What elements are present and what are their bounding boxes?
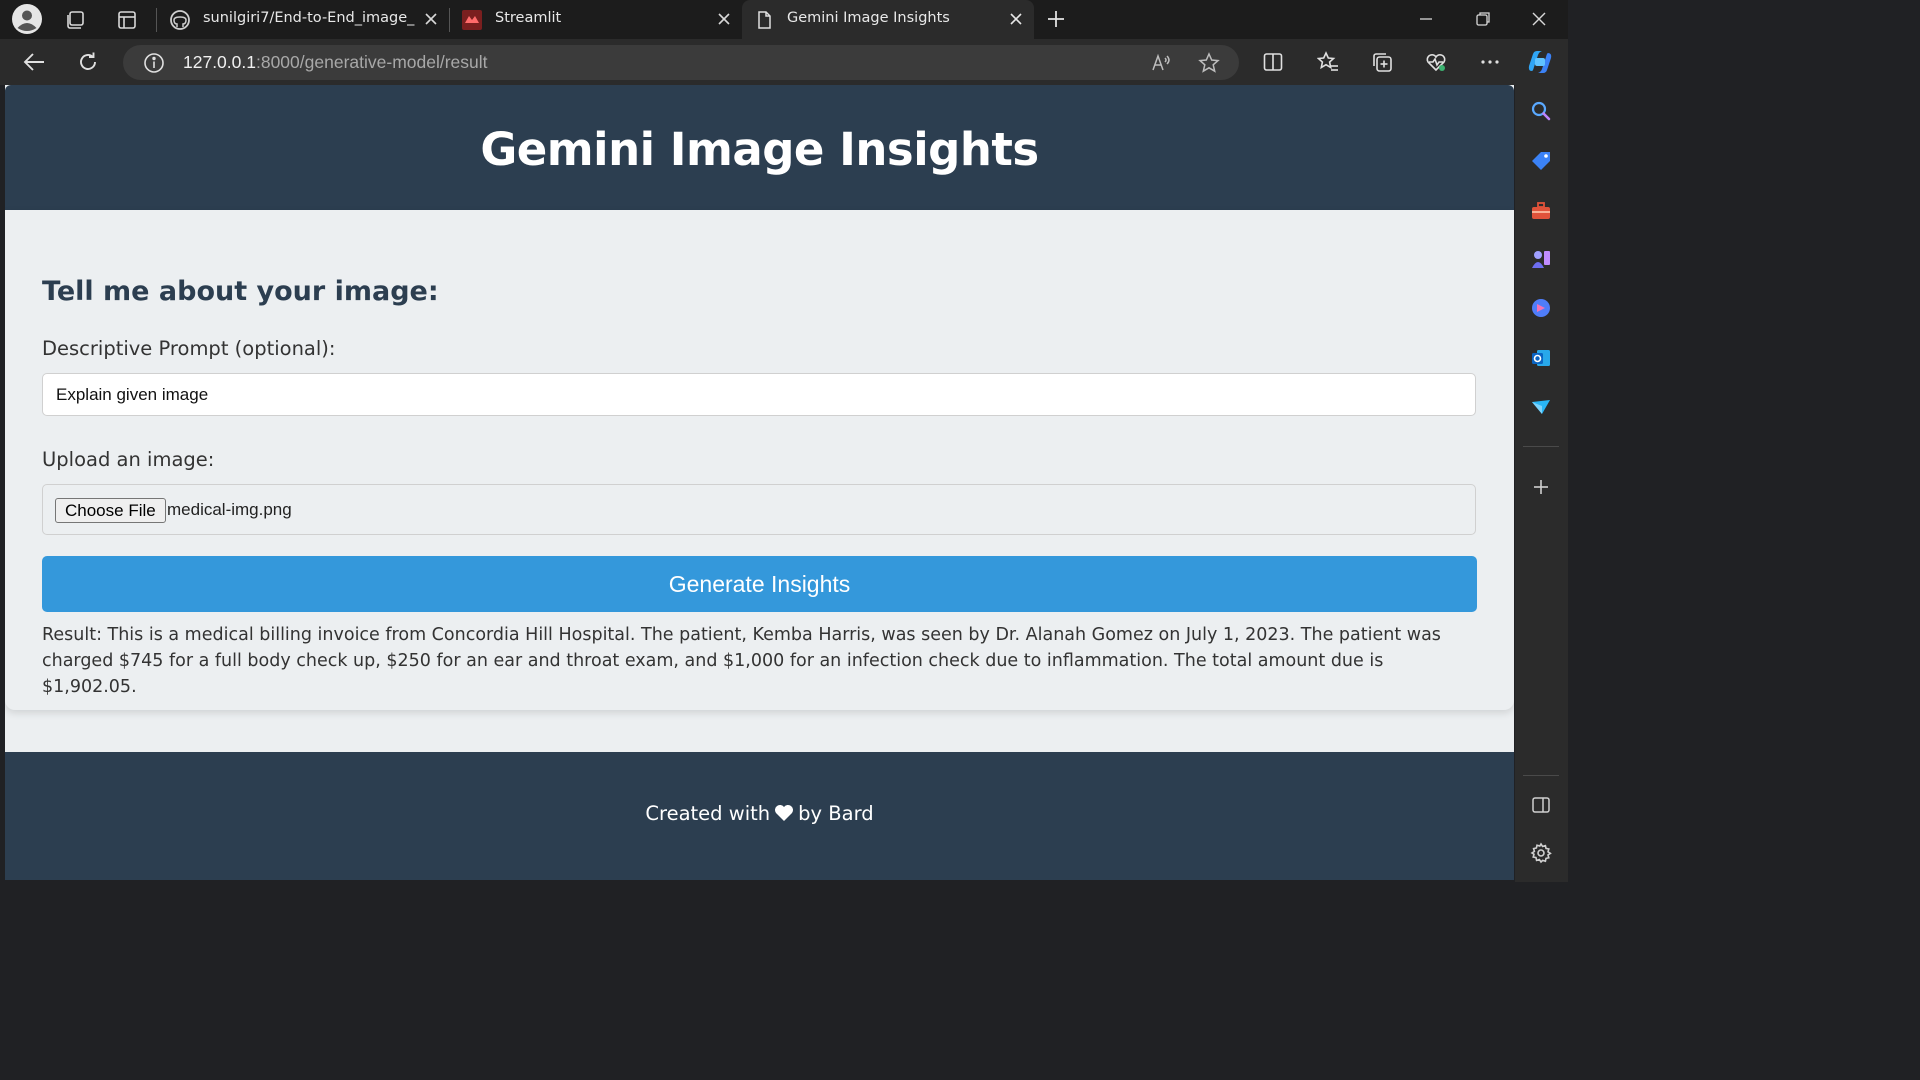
- favorites-icon[interactable]: [1317, 51, 1339, 73]
- tab-github[interactable]: sunilgiri7/End-to-End_image_scr: [158, 0, 448, 39]
- file-upload-field[interactable]: Choose File medical-img.png: [42, 484, 1476, 535]
- split-screen-icon[interactable]: [1262, 51, 1284, 73]
- form-heading: Tell me about your image:: [42, 276, 439, 307]
- collections-icon[interactable]: [1371, 51, 1393, 73]
- games-icon[interactable]: [1530, 248, 1552, 270]
- footer-prefix: Created with: [645, 802, 771, 825]
- browser-essentials-icon[interactable]: [1425, 51, 1447, 73]
- browser-toolbar: 127.0.0.1:8000/generative-model/result: [0, 39, 1568, 85]
- close-tab-icon[interactable]: [716, 11, 732, 27]
- tab-title: Streamlit: [495, 10, 562, 26]
- favorite-star-icon[interactable]: [1198, 52, 1220, 74]
- settings-icon[interactable]: [1530, 842, 1552, 864]
- outlook-icon[interactable]: [1530, 347, 1552, 369]
- page-icon: [754, 10, 774, 30]
- workspaces-icon[interactable]: [64, 9, 86, 31]
- address-bar[interactable]: 127.0.0.1:8000/generative-model/result: [123, 45, 1239, 80]
- restore-icon[interactable]: [1475, 11, 1491, 27]
- prompt-label: Descriptive Prompt (optional):: [42, 337, 336, 360]
- web-page: Gemini Image Insights Tell me about your…: [5, 85, 1514, 880]
- close-window-icon[interactable]: [1531, 11, 1547, 27]
- github-icon: [170, 10, 190, 30]
- send-icon[interactable]: [1530, 396, 1552, 418]
- close-tab-icon[interactable]: [1008, 11, 1024, 27]
- url-text: 127.0.0.1:8000/generative-model/result: [183, 52, 488, 73]
- new-tab-icon[interactable]: [1046, 9, 1066, 29]
- page-title: Gemini Image Insights: [480, 123, 1039, 176]
- generate-insights-button[interactable]: Generate Insights: [42, 556, 1477, 612]
- selected-file-name: medical-img.png: [167, 500, 292, 519]
- read-aloud-icon[interactable]: [1150, 52, 1172, 74]
- copilot-icon[interactable]: [1526, 49, 1554, 75]
- streamlit-icon: [462, 10, 482, 30]
- tab-streamlit[interactable]: Streamlit: [450, 0, 741, 39]
- upload-label: Upload an image:: [42, 448, 215, 471]
- tab-gemini-image-insights[interactable]: Gemini Image Insights: [742, 0, 1034, 39]
- footer-text: Created with by Bard: [5, 802, 1514, 825]
- shopping-tag-icon[interactable]: [1530, 150, 1552, 172]
- insights-form-card: Tell me about your image: Descriptive Pr…: [5, 210, 1514, 710]
- page-header: Gemini Image Insights: [5, 85, 1514, 210]
- toolbox-icon[interactable]: [1530, 200, 1552, 222]
- tab-title: Gemini Image Insights: [787, 10, 950, 26]
- back-icon[interactable]: [22, 51, 46, 73]
- profile-avatar-icon[interactable]: [11, 3, 43, 35]
- heart-icon: [774, 804, 794, 822]
- tab-actions-icon[interactable]: [116, 9, 138, 31]
- choose-file-button[interactable]: Choose File: [55, 498, 166, 523]
- prompt-input[interactable]: [42, 373, 1476, 416]
- page-footer: Created with by Bard: [5, 752, 1514, 880]
- url-path: :8000/generative-model/result: [255, 52, 488, 72]
- minimize-icon[interactable]: [1418, 11, 1434, 27]
- sidebar-toggle-icon[interactable]: [1530, 794, 1552, 816]
- copilot-sidebar-icon[interactable]: [1530, 297, 1552, 319]
- more-options-icon[interactable]: [1479, 51, 1501, 73]
- close-tab-icon[interactable]: [423, 11, 439, 27]
- refresh-icon[interactable]: [77, 51, 99, 73]
- tab-title: sunilgiri7/End-to-End_image_scr: [203, 10, 415, 26]
- result-text: Result: This is a medical billing invoic…: [42, 625, 1441, 697]
- url-host: 127.0.0.1: [183, 52, 256, 72]
- browser-tab-strip: sunilgiri7/End-to-End_image_scr Streamli…: [0, 0, 1568, 39]
- footer-suffix: by Bard: [798, 802, 874, 825]
- site-info-icon[interactable]: [143, 52, 165, 74]
- edge-sidebar: [1515, 85, 1568, 882]
- add-icon[interactable]: [1530, 476, 1552, 498]
- search-icon[interactable]: [1530, 100, 1552, 122]
